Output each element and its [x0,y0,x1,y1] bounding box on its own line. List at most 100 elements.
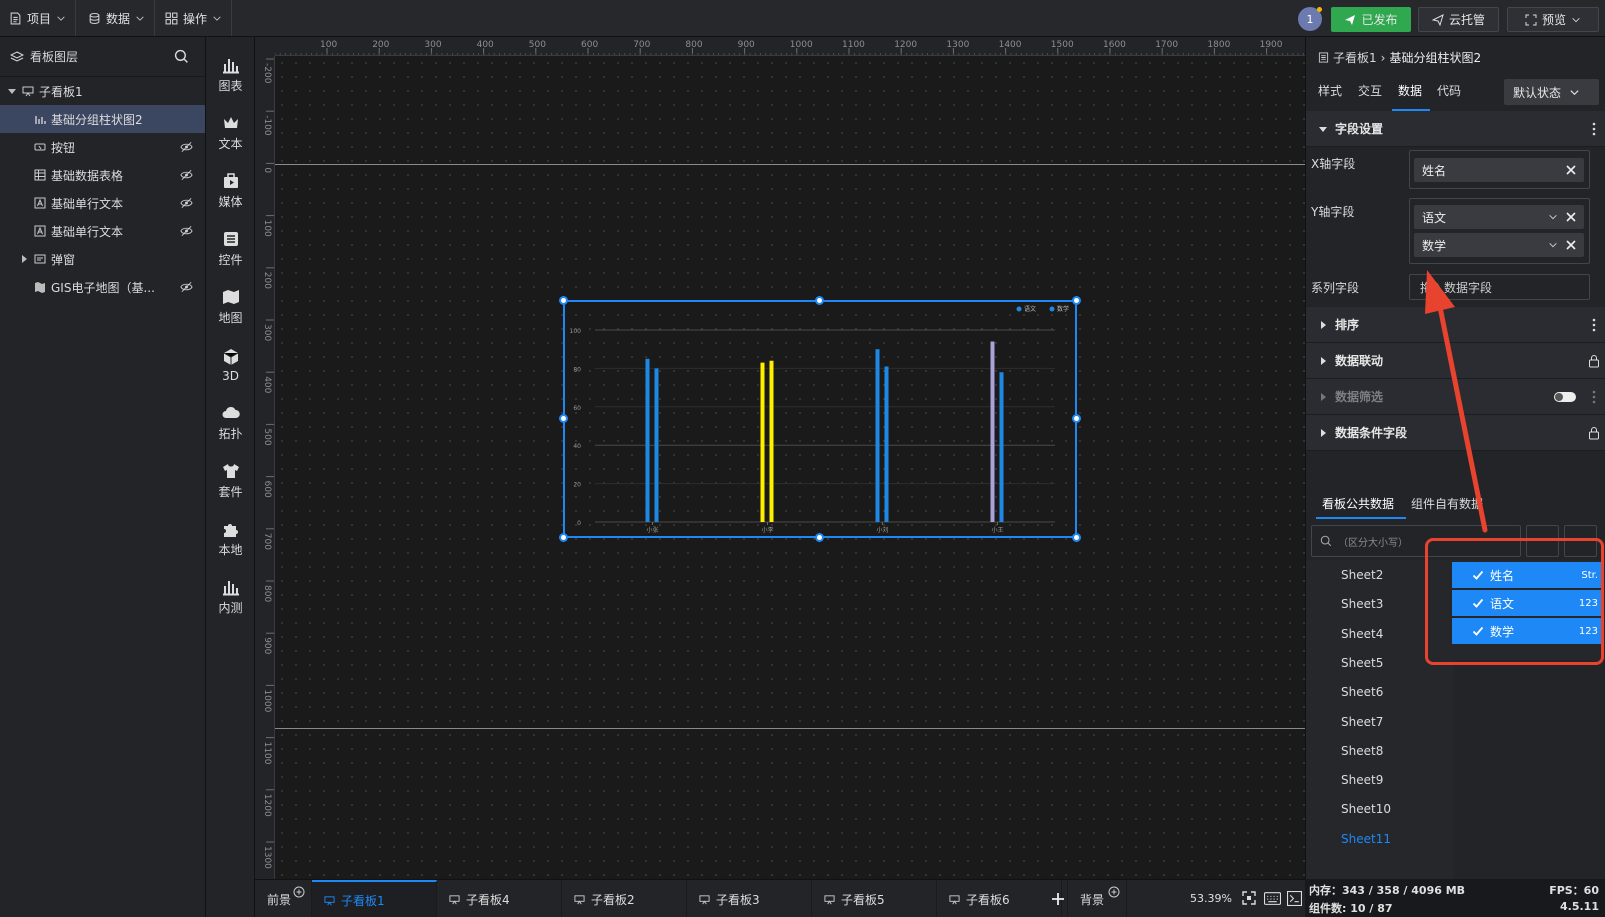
chevron-down-icon[interactable] [1548,212,1558,222]
tab-style[interactable]: 样式 [1318,82,1342,99]
layer-item-grouped-bar[interactable]: 基础分组柱状图2 [0,105,205,133]
menu-data[interactable]: 数据 [79,0,156,36]
keyboard-icon[interactable] [1264,892,1281,905]
close-icon[interactable] [1566,212,1576,222]
puzzle-icon [223,524,238,537]
layer-group-popup[interactable]: 弹窗 [0,245,205,273]
sheet-item[interactable]: Sheet4 [1341,627,1383,641]
tab-code[interactable]: 代码 [1437,82,1461,99]
sheet-item[interactable]: Sheet3 [1341,597,1383,611]
tool-text[interactable]: 文本 [206,105,255,161]
eye-off-icon[interactable] [180,141,193,153]
sheet-item[interactable]: Sheet5 [1341,656,1383,670]
tool-topology[interactable]: 拓扑 [206,395,255,451]
more-vertical-icon[interactable] [1592,390,1596,404]
foreground-tab[interactable]: 前景 [255,880,312,917]
cloud-hosting-button[interactable]: 云托管 [1418,7,1499,32]
layer-label: 弹窗 [51,252,76,267]
tool-widget[interactable]: 控件 [206,221,255,277]
resize-handle-tr[interactable] [1072,296,1081,305]
bar [654,368,659,522]
sheet-item[interactable]: Sheet6 [1341,685,1383,699]
tool-local[interactable]: 本地 [206,511,255,567]
layer-item-text-1[interactable]: 基础单行文本 [0,189,205,217]
sheet-item[interactable]: Sheet2 [1341,568,1383,582]
resize-handle-ml[interactable] [559,414,568,423]
published-button[interactable]: 已发布 [1331,7,1411,32]
sheet-item[interactable]: Sheet11 [1341,832,1391,846]
resize-handle-tm[interactable] [815,296,824,305]
design-canvas[interactable]: 0 20 40 60 80 100 小张 小李 小刘 小王 语文 数学 [275,56,1305,879]
ruler-label: 500 [262,428,272,445]
menu-project[interactable]: 项目 [0,0,77,36]
sheet-item[interactable]: Sheet7 [1341,715,1383,729]
section-label: 排序 [1335,318,1360,332]
state-select[interactable]: 默认状态 [1504,79,1599,105]
add-circle-icon[interactable] [293,886,305,898]
tab-interaction[interactable]: 交互 [1358,82,1382,99]
app-version: 4.5.11 [1560,900,1599,913]
preview-button[interactable]: 预览 [1507,7,1599,32]
data-filter-toggle[interactable] [1554,391,1576,402]
bar [999,372,1004,522]
add-circle-icon[interactable] [1108,886,1120,898]
fit-screen-icon[interactable] [1242,891,1256,905]
resize-handle-bl[interactable] [559,533,568,542]
resize-handle-mr[interactable] [1072,414,1081,423]
close-icon[interactable] [1566,165,1576,175]
board-tab[interactable]: 子看板1 [312,880,437,917]
more-vertical-icon[interactable] [1592,318,1596,332]
layer-item-button[interactable]: 按钮 [0,133,205,161]
resize-handle-bm[interactable] [815,533,824,542]
eye-off-icon[interactable] [180,197,193,209]
component-toolbar: 图表 文本 媒体 控件 地图 3D 拓扑 套件 本地 内测 [206,37,255,917]
board-tab[interactable]: 子看板5 [812,880,937,917]
bar [645,358,650,522]
grouped-bar-chart-component[interactable]: 0 20 40 60 80 100 小张 小李 小刘 小王 语文 数学 [563,300,1077,538]
background-tab[interactable]: 背景 [1067,880,1127,917]
sheet-item[interactable]: Sheet8 [1341,744,1383,758]
layer-group-subboard1[interactable]: 子看板1 [0,77,205,105]
eye-off-icon[interactable] [180,281,193,293]
bar [760,362,765,522]
search-icon[interactable] [174,49,189,64]
tool-3d[interactable]: 3D [206,337,255,393]
section-field-settings[interactable]: 字段设置 [1306,111,1605,147]
tool-chart[interactable]: 图表 [206,47,255,103]
sheet-item[interactable]: Sheet9 [1341,773,1383,787]
layer-item-gis-map[interactable]: GIS电子地图（基... [0,273,205,301]
tool-suite[interactable]: 套件 [206,453,255,509]
tool-media[interactable]: 媒体 [206,163,255,219]
tool-map[interactable]: 地图 [206,279,255,335]
x-field-chip[interactable]: 姓名 [1414,158,1584,182]
sheet-item[interactable]: Sheet10 [1341,802,1391,816]
board-icon [699,894,710,904]
caret-right-icon [1321,320,1326,329]
terminal-icon[interactable] [1287,891,1302,906]
layer-item-table[interactable]: 基础数据表格 [0,161,205,189]
eye-off-icon[interactable] [180,169,193,181]
close-icon[interactable] [1566,240,1576,250]
tab-board-public-data[interactable]: 看板公共数据 [1322,495,1394,512]
section-label: 数据条件字段 [1335,426,1408,440]
menu-operation[interactable]: 操作 [156,0,233,36]
chevron-down-icon[interactable] [1548,240,1558,250]
y-field-chip-2[interactable]: 数学 [1414,233,1584,257]
board-tab[interactable]: 子看板2 [562,880,687,917]
search-icon [1320,535,1332,547]
add-board-button[interactable] [1050,891,1066,907]
breadcrumb-root[interactable]: 子看板1 [1333,49,1377,66]
tool-beta[interactable]: 内测 [206,569,255,625]
ruler-label: 1400 [999,40,1022,50]
resize-handle-tl[interactable] [559,296,568,305]
tab-data[interactable]: 数据 [1398,82,1422,99]
layer-item-text-2[interactable]: 基础单行文本 [0,217,205,245]
more-vertical-icon[interactable] [1592,122,1596,136]
eye-off-icon[interactable] [180,225,193,237]
y-field-chip-1[interactable]: 语文 [1414,205,1584,229]
resize-handle-br[interactable] [1072,533,1081,542]
zoom-level[interactable]: 53.39% [1190,892,1232,905]
board-tab[interactable]: 子看板6 [937,880,1062,917]
board-tab[interactable]: 子看板4 [437,880,562,917]
board-tab[interactable]: 子看板3 [687,880,812,917]
